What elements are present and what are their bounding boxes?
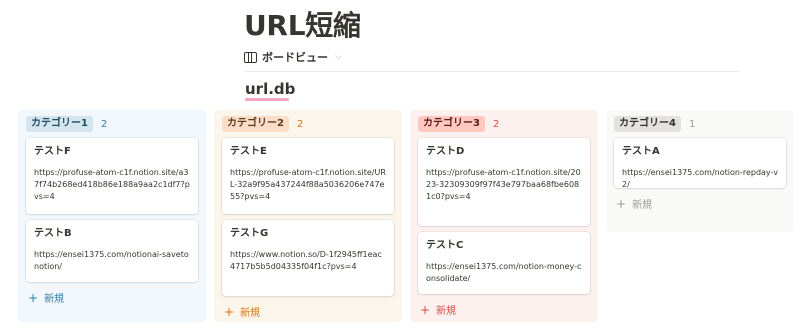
board-column-category-4: カテゴリー4 1 テストA https://ensei1375.com/noti… [606,110,794,232]
view-bar: ボードビュー ⌵ [244,48,740,72]
column-header[interactable]: カテゴリー2 2 [222,114,394,134]
card[interactable]: テストD https://profuse-atom-c1f.notion.sit… [418,138,590,226]
card-url[interactable]: https://profuse-atom-c1f.notion.site/202… [426,167,582,203]
add-card-label: 新規 [44,294,65,305]
card-url[interactable]: https://profuse-atom-c1f.notion.site/URL… [230,167,386,203]
card-url[interactable]: https://ensei1375.com/notion-money-conso… [426,261,582,285]
add-card-label: 新規 [240,308,261,319]
add-card-button[interactable]: + 新規 [614,194,786,213]
card[interactable]: テストF https://profuse-atom-c1f.notion.sit… [26,138,198,214]
plus-icon: + [420,302,431,317]
category-tag: カテゴリー3 [418,116,485,132]
add-card-label: 新規 [632,200,653,211]
view-tab-label: ボードビュー [262,51,328,64]
column-header[interactable]: カテゴリー1 2 [26,114,198,134]
chevron-down-icon[interactable]: ⌵ [335,52,342,62]
card[interactable]: テストA https://ensei1375.com/notion-repday… [614,138,786,191]
board-column-category-1: カテゴリー1 2 テストF https://profuse-atom-c1f.n… [18,110,206,322]
add-card-button[interactable]: + 新規 [222,302,394,321]
card-url[interactable]: https://www.notion.so/D-1f2945ff1eac4717… [230,249,386,273]
column-header[interactable]: カテゴリー4 1 [614,114,786,134]
card-title: テストG [230,228,269,239]
board-column-category-3: カテゴリー3 2 テストD https://profuse-atom-c1f.n… [410,110,598,322]
card-count: 2 [296,118,304,130]
plus-icon: + [616,196,627,211]
card-title: テストB [34,228,72,239]
category-tag: カテゴリー2 [222,116,289,132]
board-icon [244,51,257,63]
column-header[interactable]: カテゴリー3 2 [418,114,590,134]
card[interactable]: テストB https://ensei1375.com/notionai-save… [26,220,198,282]
card-title: テストE [230,146,267,157]
board-column-category-2: カテゴリー2 2 テストE https://profuse-atom-c1f.n… [214,110,402,322]
card-count: 2 [100,118,108,130]
card-url[interactable]: https://ensei1375.com/notion-repday-v2/ [622,167,778,191]
plus-icon: + [224,304,235,319]
add-card-label: 新規 [436,306,457,317]
card[interactable]: テストC https://ensei1375.com/notion-money-… [418,232,590,294]
card-title: テストC [426,240,464,251]
add-card-button[interactable]: + 新規 [26,288,198,307]
card-title: テストF [34,146,71,157]
card-url[interactable]: https://profuse-atom-c1f.notion.site/a37… [34,167,190,203]
page-title: URL短縮 [244,9,361,42]
card[interactable]: テストE https://profuse-atom-c1f.notion.sit… [222,138,394,214]
database-title[interactable]: url.db [245,80,295,98]
card[interactable]: テストG https://www.notion.so/D-1f2945ff1ea… [222,220,394,296]
category-tag: カテゴリー1 [26,116,93,132]
card-count: 1 [688,118,696,130]
card-title: テストA [622,146,660,157]
card-url[interactable]: https://ensei1375.com/notionai-savetonot… [34,249,190,273]
card-title: テストD [426,146,465,157]
plus-icon: + [28,290,39,305]
add-card-button[interactable]: + 新規 [418,300,590,319]
category-tag: カテゴリー4 [614,116,681,132]
database-title-underline [245,98,289,101]
view-tab-board[interactable]: ボードビュー ⌵ [244,48,342,66]
card-count: 2 [492,118,500,130]
board: カテゴリー1 2 テストF https://profuse-atom-c1f.n… [0,110,800,328]
